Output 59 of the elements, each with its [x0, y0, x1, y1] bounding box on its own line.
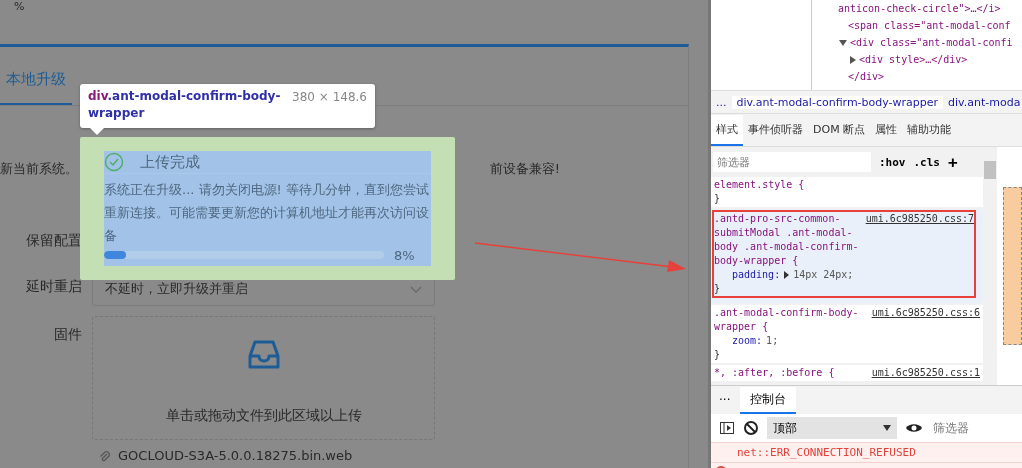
progress-percent: 8% — [394, 247, 415, 263]
panel-tab[interactable]: 属性 — [870, 114, 903, 146]
expand-arrow-icon[interactable] — [850, 55, 856, 64]
expand-arrow-icon[interactable] — [784, 271, 790, 279]
css-selector: element.style { — [714, 178, 806, 192]
upload-dropzone[interactable]: 单击或拖动文件到此区域以上传 — [92, 316, 435, 440]
field-label: 固件 — [53, 325, 82, 344]
dom-node[interactable]: </div> — [848, 68, 885, 85]
paperclip-icon — [98, 448, 110, 463]
field-label: 延时重启 — [25, 277, 82, 296]
panel-tab[interactable]: 事件侦听器 — [743, 114, 808, 146]
brace-text: } — [714, 348, 722, 362]
panel-tab[interactable]: DOM 断点 — [808, 114, 871, 146]
eye-icon — [905, 422, 923, 434]
cls-toggle[interactable]: .cls — [913, 155, 940, 169]
context-dropdown[interactable]: 顶部 — [767, 417, 897, 439]
source-link[interactable]: umi.6c985250.css:7 — [865, 212, 974, 226]
css-value: 1; — [766, 334, 779, 348]
more-button[interactable]: ··· — [719, 393, 731, 407]
modal-title: 上传完成 — [140, 152, 200, 172]
breadcrumb[interactable]: div.ant-modal-confirm-body-wrapper — [731, 95, 944, 109]
css-value: 14px 24px; — [793, 268, 854, 282]
error-message: net::ERR_CONNECTION_REFUSED — [711, 442, 1022, 462]
source-link[interactable]: umi.6c985250.css:1 — [871, 366, 980, 380]
hov-toggle[interactable]: :hov — [879, 155, 906, 169]
css-selector: *, :after, :before { — [714, 366, 836, 380]
percent-text: % — [13, 0, 26, 13]
notice-text: 前设备兼容! — [489, 160, 560, 178]
css-selector: .antd-pro-src-common-submitModal .ant-modal-body .ant-modal-confirm-body-wrapper { — [714, 212, 860, 268]
source-link[interactable]: umi.6c985250.css:6 — [871, 306, 980, 320]
drawer-tab[interactable]: 控制台 — [740, 386, 797, 414]
dom-node[interactable]: <div style>…</div> — [859, 51, 968, 68]
panel-tab[interactable]: 样式 — [711, 114, 743, 146]
scrollbar[interactable] — [983, 147, 997, 385]
sidebar-toggle-icon — [719, 420, 735, 436]
notice-text: 新当前系统。 — [0, 160, 78, 178]
filter-field[interactable]: 筛选器 — [713, 152, 871, 172]
css-selector: .ant-modal-confirm-body-wrapper { — [714, 306, 860, 334]
element-selector: div.ant-modal-confirm-body-wrapper — [88, 88, 282, 122]
brace-text: } — [714, 282, 722, 296]
file-name[interactable]: GOCLOUD-S3A-5.0.0.18275.bin.web — [118, 448, 353, 463]
dom-node[interactable]: anticon-check-circle">…</i> — [838, 0, 1001, 17]
clear-console-icon — [743, 420, 759, 436]
breadcrumb[interactable]: div.ant-moda — [943, 95, 1022, 109]
breadcrumb[interactable]: ... — [711, 95, 732, 109]
brace-text: } — [714, 192, 722, 206]
upload-hint: 单击或拖动文件到此区域以上传 — [165, 407, 362, 425]
dom-node[interactable]: <div class="ant-modal-confi — [850, 34, 1013, 51]
new-rule-button[interactable]: + — [948, 152, 958, 172]
field-label: 保留配置 — [25, 232, 82, 250]
css-property: padding: — [732, 268, 781, 282]
css-property: zoom: — [732, 334, 763, 348]
expand-arrow-icon[interactable] — [839, 39, 847, 46]
modal-message: 系统正在升级... 请勿关闭电源! 等待几分钟，直到您尝试重新连接。可能需要更新您的计算机地址才能再次访问设备 — [104, 181, 430, 245]
caret-icon — [410, 286, 422, 294]
panel-tab[interactable]: 辅助功能 — [902, 114, 957, 146]
dom-node[interactable]: <span class="ant-modal-conf — [848, 17, 1011, 34]
element-size: 380 × 148.6 — [292, 89, 367, 106]
check-circle-icon — [104, 152, 124, 172]
